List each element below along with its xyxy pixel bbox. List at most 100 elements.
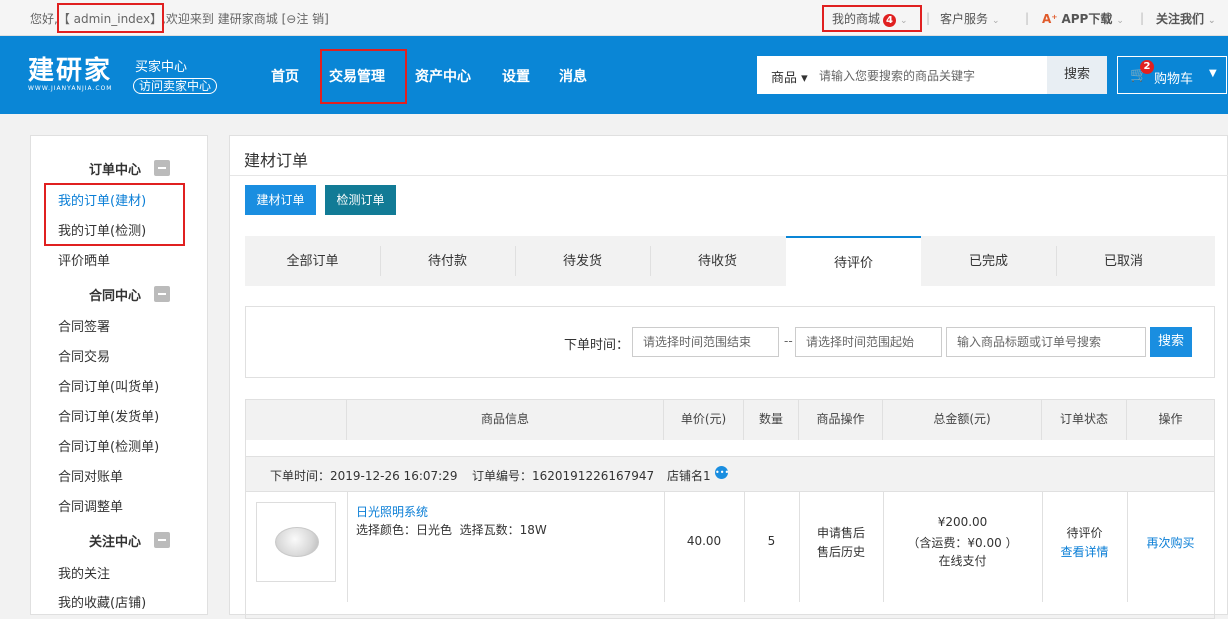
cart-button[interactable]: 🛒 2 购物车 ▼ (1117, 56, 1227, 94)
search-input[interactable]: 请输入您要搜索的商品关键字 (819, 67, 975, 84)
collapse-icon[interactable] (154, 286, 170, 302)
sidebar-item-contract-ship[interactable]: 合同订单(发货单) (58, 406, 159, 425)
follow-label: 关注我们 (1156, 12, 1205, 26)
view-details-link[interactable]: 查看详情 (1042, 543, 1127, 560)
nav-settings[interactable]: 设置 (502, 66, 530, 86)
header-unit-price: 单价(元) (664, 400, 744, 440)
nav-messages[interactable]: 消息 (559, 66, 587, 86)
buy-again-link[interactable]: 再次购买 (1127, 534, 1214, 551)
product-name-link[interactable]: 日光照明系统 (356, 503, 428, 520)
search-category-label: 商品 (771, 71, 798, 86)
service-label: 客户服务 (940, 12, 989, 26)
product-thumbnail[interactable] (256, 502, 336, 582)
page-title: 建材订单 (244, 151, 309, 170)
header-product-info: 商品信息 (347, 400, 664, 440)
highlight-trade-management (320, 49, 407, 104)
shop-name[interactable]: 店铺名1 (667, 467, 711, 484)
chevron-down-icon: ⌄ (1116, 16, 1124, 26)
keyword-search-input[interactable]: 输入商品标题或订单号搜索 (946, 327, 1146, 357)
header-actions: 操作 (1127, 400, 1214, 440)
welcome-text: ,欢迎来到 (162, 12, 214, 26)
order-status: 待评价 (1066, 526, 1103, 540)
orders-table: 商品信息 单价(元) 数量 商品操作 总金额(元) 订单状态 操作 下单时间：2… (245, 399, 1215, 619)
service-menu[interactable]: 客户服务 ⌄ (940, 10, 1000, 27)
quantity: 5 (767, 534, 776, 548)
sidebar: 订单中心 我的订单(建材) 我的订单(检测) 评价晒单 合同中心 合同签署 合同… (30, 135, 208, 615)
highlight-my-mall (822, 5, 922, 32)
seller-center-link[interactable]: 访问卖家中心 (133, 78, 218, 94)
app-download-menu[interactable]: A⁺ APP下载 ⌄ (1042, 10, 1124, 27)
tab-pending-payment[interactable]: 待付款 (380, 236, 515, 286)
tab-pending-receipt[interactable]: 待收货 (650, 236, 785, 286)
range-dash: -- (784, 334, 793, 348)
divider (230, 175, 1228, 176)
chevron-down-icon: ⌄ (1208, 16, 1216, 26)
apply-after-sale-link[interactable]: 申请售后 (799, 524, 883, 541)
total-amount: ¥200.00 (937, 515, 988, 529)
main-header: 建研家 WWW.JIANYANJIA.COM 买家中心 访问卖家中心 首页 交易… (0, 36, 1228, 114)
highlight-username (57, 3, 164, 33)
divider (347, 492, 348, 602)
sidebar-heading-orders: 订单中心 (89, 163, 142, 178)
divider: | (1025, 11, 1030, 25)
header-product-ops: 商品操作 (799, 400, 883, 440)
unit-price: 40.00 (686, 534, 722, 548)
collapse-icon[interactable] (154, 532, 170, 548)
app-icon: A⁺ (1042, 12, 1058, 26)
main-panel: 建材订单 建材订单 检测订单 全部订单 待付款 待发货 待收货 待评价 已完成 … (229, 135, 1228, 619)
testing-orders-button[interactable]: 检测订单 (325, 185, 396, 215)
buyer-center-label: 买家中心 (135, 60, 188, 75)
order-time-label: 下单时间： (564, 338, 630, 353)
sidebar-item-contract-call[interactable]: 合同订单(叫货单) (58, 376, 159, 395)
lamp-image (275, 527, 319, 557)
sidebar-item-contract-adjust[interactable]: 合同调整单 (58, 496, 123, 515)
logout-link[interactable]: [⊖注 销] (282, 12, 329, 26)
nav-assets[interactable]: 资产中心 (415, 66, 471, 86)
caret-down-icon: ▾ (801, 71, 808, 86)
order-header-row: 下单时间：2019-12-26 16:07:29 订单编号：1620191226… (246, 456, 1214, 492)
filter-search-button[interactable]: 搜索 (1150, 327, 1192, 357)
sidebar-item-contract-statement[interactable]: 合同对账单 (58, 466, 123, 485)
header-status: 订单状态 (1042, 400, 1127, 440)
mall-link[interactable]: 建研家商城 (218, 12, 278, 26)
header-checkbox-col (246, 400, 347, 440)
tab-completed[interactable]: 已完成 (921, 236, 1056, 286)
tab-cancelled[interactable]: 已取消 (1056, 236, 1191, 286)
order-number: 订单编号：1620191226167947 (472, 469, 655, 483)
highlight-my-orders (44, 183, 185, 246)
nav-home[interactable]: 首页 (271, 66, 299, 86)
caret-down-icon: ▼ (1209, 68, 1217, 79)
follow-menu[interactable]: 关注我们 ⌄ (1156, 10, 1216, 27)
time-end-input[interactable]: 请选择时间范围结束 (632, 327, 779, 357)
order-tabs: 全部订单 待付款 待发货 待收货 待评价 已完成 已取消 (245, 236, 1215, 286)
time-start-input[interactable]: 请选择时间范围起始 (795, 327, 942, 357)
sidebar-heading-follow: 关注中心 (89, 535, 142, 550)
after-sale-history-link[interactable]: 售后历史 (799, 543, 883, 560)
sidebar-item-my-follow[interactable]: 我的关注 (58, 563, 110, 582)
search-category-select[interactable]: 商品 ▾ (771, 67, 808, 86)
filter-bar: 下单时间： 请选择时间范围结束 -- 请选择时间范围起始 输入商品标题或订单号搜… (245, 306, 1215, 378)
search-button[interactable]: 搜索 (1047, 56, 1107, 94)
sidebar-heading-contracts: 合同中心 (89, 289, 142, 304)
sidebar-item-contract-trade[interactable]: 合同交易 (58, 346, 110, 365)
tab-pending-shipment[interactable]: 待发货 (515, 236, 650, 286)
tab-pending-review[interactable]: 待评价 (786, 236, 921, 286)
top-bar: 您好,【 admin_index】,欢迎来到 建研家商城 [⊖注 销] 我的商城… (0, 0, 1228, 36)
logo-url: WWW.JIANYANJIA.COM (28, 85, 113, 92)
logo[interactable]: 建研家 WWW.JIANYANJIA.COM (28, 50, 112, 92)
sidebar-item-reviews[interactable]: 评价晒单 (58, 250, 110, 269)
search-box: 商品 ▾ 请输入您要搜索的商品关键字 搜索 (757, 56, 1107, 94)
cart-badge: 2 (1140, 60, 1154, 74)
chat-icon[interactable]: ••• (715, 466, 729, 479)
cart-label: 购物车 (1154, 72, 1194, 87)
sidebar-item-contract-test[interactable]: 合同订单(检测单) (58, 436, 159, 455)
collapse-icon[interactable] (154, 160, 170, 176)
divider: | (926, 11, 931, 25)
freight-amount: （含运费：¥0.00 ） (907, 536, 1018, 550)
app-download-label: APP下载 (1061, 12, 1113, 26)
chevron-down-icon: ⌄ (992, 16, 1000, 26)
sidebar-item-contract-sign[interactable]: 合同签署 (58, 316, 110, 335)
logo-text: 建研家 (28, 56, 113, 86)
building-orders-button[interactable]: 建材订单 (245, 185, 316, 215)
tab-all-orders[interactable]: 全部订单 (245, 236, 380, 286)
